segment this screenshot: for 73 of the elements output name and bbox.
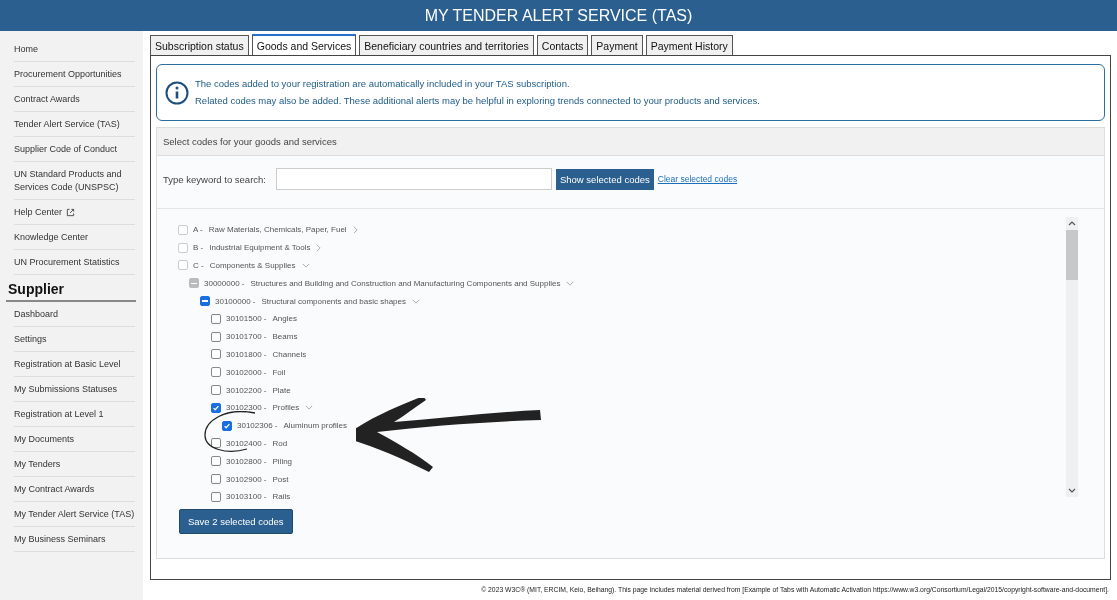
sidebar-link[interactable]: Contract Awards [14, 93, 80, 106]
code-label: Profiles [272, 403, 300, 413]
section-heading: Supplier [6, 281, 136, 302]
info-text: The codes added to your registration are automatically included in your TAS subscription. [195, 78, 571, 89]
code-number: 30000000 - [204, 278, 245, 288]
code-number: 30103100 - [226, 492, 267, 502]
sidebar-link[interactable]: My Contract Awards [14, 483, 95, 496]
code-label: Piling [272, 456, 293, 466]
scroll-down-icon[interactable] [1068, 488, 1076, 493]
tab[interactable]: Contacts [536, 35, 589, 55]
code-number: 30102200 - [226, 385, 267, 395]
code-label: Aluminum profiles [283, 421, 348, 431]
sidebar-link[interactable]: Registration at Level 1 [14, 408, 104, 421]
sidebar-link[interactable]: Home [14, 43, 38, 56]
code-label: Components & Supplies [209, 261, 296, 270]
code-number: 30101800 - [226, 349, 267, 359]
search-label: Type keyword to search: [163, 173, 266, 185]
code-label: Rails [272, 492, 291, 502]
sidebar-link[interactable]: Help Center [14, 206, 63, 219]
code-label: Structures and Building and Construction and Manufacturing Components and Supplies [250, 278, 561, 288]
save-button[interactable]: Save 2 selected codes [179, 509, 293, 534]
code-number: C - [193, 261, 204, 270]
sidebar-link[interactable]: UN Standard Products and Services Code (UNSPSC) [14, 168, 135, 194]
tab[interactable]: Beneficiary countries and territories [359, 35, 534, 55]
code-number: 30100000 - [215, 296, 256, 306]
sidebar-link[interactable]: Tender Alert Service (TAS) [14, 118, 120, 131]
sidebar-link[interactable]: Knowledge Center [14, 231, 89, 244]
sidebar-link[interactable]: UN Procurement Statistics [14, 256, 120, 269]
page-title: MY TENDER ALERT SERVICE (TAS) [424, 6, 693, 25]
code-label: Raw Materials, Chemicals, Paper, Fuel [208, 225, 347, 235]
code-label: Plate [272, 385, 291, 395]
sidebar-link[interactable]: My Business Seminars [14, 533, 106, 546]
code-number: 30101500 - [226, 314, 267, 324]
scrollbar[interactable] [1066, 217, 1078, 497]
info-text: Related codes may also be added. These additional alerts may be helpful in exploring trends connected to your products and services. [195, 95, 760, 106]
scrollbar-thumb[interactable] [1066, 230, 1078, 280]
code-number: 30102900 - [226, 474, 267, 484]
sidebar-link[interactable]: My Tenders [14, 458, 61, 471]
sidebar-link[interactable]: My Submissions Statuses [14, 383, 118, 396]
tab[interactable]: Goods and Services [251, 34, 357, 55]
code-label: Industrial Equipment & Tools [209, 243, 311, 253]
code-number: 30102800 - [226, 456, 267, 466]
code-number: A - [193, 225, 203, 235]
clear-selected-link[interactable]: Clear selected codes [657, 174, 738, 184]
external-link-icon [66, 208, 76, 217]
sidebar-link[interactable]: Settings [14, 333, 47, 346]
sidebar-link[interactable]: Registration at Basic Level [14, 358, 121, 371]
sidebar-link[interactable]: Supplier Code of Conduct [14, 143, 118, 156]
code-number: 30101700 - [226, 332, 267, 342]
sidebar-link[interactable]: Procurement Opportunities [14, 68, 122, 81]
sidebar-link[interactable]: Dashboard [14, 308, 59, 321]
code-number: 30102400 - [226, 438, 267, 448]
code-label: Rod [272, 438, 288, 448]
code-label: Channels [272, 349, 307, 359]
code-number: B - [193, 243, 204, 253]
search-field[interactable] [275, 168, 552, 190]
code-label: Structural components and basic shapes [261, 296, 406, 306]
code-number: 30102300 - [226, 403, 267, 413]
sidebar-link[interactable]: My Tender Alert Service (TAS) [14, 508, 135, 521]
show-selected-button[interactable]: Show selected codes [555, 168, 654, 190]
code-label: Beams [272, 332, 298, 342]
code-number: 30102000 - [226, 367, 267, 377]
info-icon [165, 80, 189, 105]
scroll-up-icon[interactable] [1068, 221, 1076, 226]
tab[interactable]: Subscription status [150, 35, 249, 55]
sidebar-link[interactable]: My Documents [14, 433, 75, 446]
tab[interactable]: Payment [591, 35, 643, 55]
code-label: Foil [272, 367, 286, 377]
code-label: Angles [272, 314, 297, 324]
tab[interactable]: Payment History [645, 35, 733, 55]
panel-title: Select codes for your goods and services [163, 136, 337, 147]
code-label: Post [272, 474, 289, 484]
code-number: 30102306 - [237, 421, 278, 431]
